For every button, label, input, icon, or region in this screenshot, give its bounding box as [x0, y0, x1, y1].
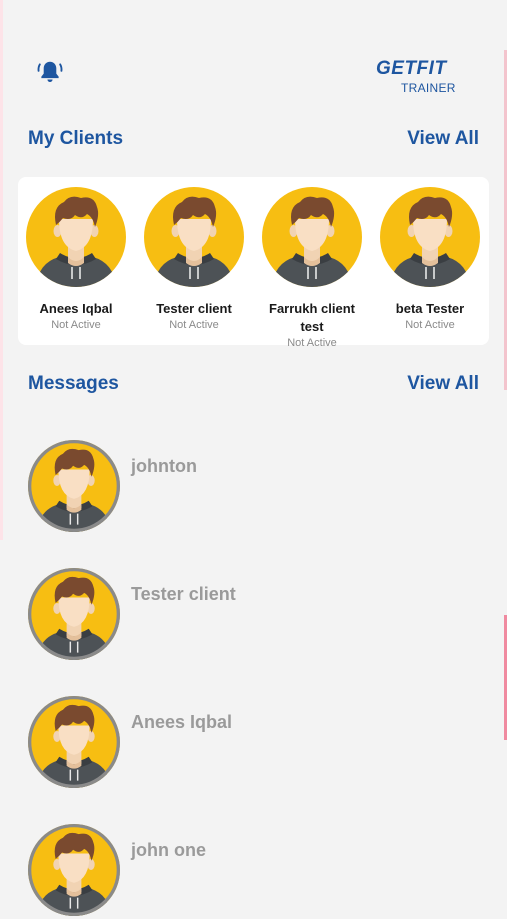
client-avatar [380, 187, 480, 287]
client-status: Not Active [51, 319, 101, 331]
clients-card: Anees Iqbal Not Active Tester client Not… [18, 177, 489, 349]
message-row[interactable]: john one [28, 824, 468, 919]
app-logo: GETFIT TRAINER [376, 58, 456, 98]
messages-view-all-link[interactable]: View All [407, 373, 479, 395]
message-avatar [28, 440, 120, 532]
client-name: Farrukh client test [269, 301, 355, 334]
client-card[interactable]: Farrukh client test Not Active [254, 187, 370, 350]
client-name: beta Tester [395, 301, 465, 316]
client-card[interactable]: Tester client Not Active [136, 187, 252, 332]
messages-title: Messages [28, 373, 119, 394]
client-avatar [26, 187, 126, 287]
bell-icon[interactable] [36, 58, 64, 86]
client-card[interactable]: Anees Iqbal Not Active [18, 187, 134, 332]
my-clients-title: My Clients [28, 128, 124, 149]
message-sender-name: john one [131, 840, 206, 860]
message-avatar [28, 824, 120, 916]
client-card[interactable]: beta Tester Not Active [372, 187, 488, 332]
message-row[interactable]: Tester client [28, 568, 468, 663]
clients-view-all-link[interactable]: View All [407, 128, 479, 150]
message-sender-name: Anees Iqbal [131, 712, 233, 732]
logo-sub-text: TRAINER [401, 81, 456, 95]
message-sender-name: Tester client [131, 584, 236, 604]
message-avatar [28, 568, 120, 660]
client-status: Not Active [169, 319, 219, 331]
client-avatar [262, 187, 362, 287]
message-avatar [28, 696, 120, 788]
client-avatar [144, 187, 244, 287]
logo-main-text: GETFIT [376, 58, 447, 79]
client-name: Tester client [156, 301, 232, 316]
message-row[interactable]: johnton [28, 440, 468, 535]
message-row[interactable]: Anees Iqbal [28, 696, 468, 791]
client-status: Not Active [405, 319, 455, 331]
client-status: Not Active [287, 337, 337, 349]
client-name: Anees Iqbal [39, 301, 113, 316]
left-edge-strip [0, 0, 3, 540]
message-sender-name: johnton [131, 456, 197, 476]
